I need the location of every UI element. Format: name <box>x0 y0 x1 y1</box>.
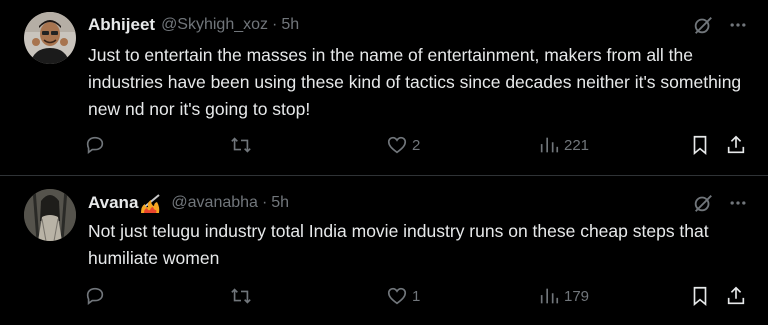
share-icon <box>725 134 747 156</box>
author-name[interactable]: Abhijeet <box>88 15 155 35</box>
view-count: 221 <box>564 136 590 154</box>
views-icon <box>538 285 560 307</box>
bookmark-button[interactable] <box>689 134 711 156</box>
reply-feed: Abhijeet @Skyhigh_xoz · 5h Just to enter… <box>0 0 768 325</box>
retweet-button[interactable] <box>229 285 253 307</box>
tweet[interactable]: Abhijeet @Skyhigh_xoz · 5h Just to enter… <box>0 0 768 176</box>
like-button[interactable]: 2 <box>386 134 420 156</box>
tweet-top-actions <box>692 14 748 41</box>
like-count: 2 <box>412 136 421 154</box>
separator: · <box>261 194 268 211</box>
tweet-actions: 1 179 <box>84 285 748 311</box>
views-button[interactable]: 179 <box>538 285 589 307</box>
bookmark-icon <box>689 134 711 156</box>
retweet-icon <box>229 134 253 156</box>
views-icon <box>538 134 560 156</box>
tweet-text: Just to entertain the masses in the name… <box>88 45 742 119</box>
tweet[interactable]: Avana @avanabha · 5h Not just telugu ind… <box>0 177 768 325</box>
reply-button[interactable] <box>84 134 106 156</box>
more-icon[interactable] <box>728 15 748 40</box>
tweet-header: Abhijeet @Skyhigh_xoz · 5h <box>88 14 299 36</box>
view-count: 179 <box>564 287 590 305</box>
views-button[interactable]: 221 <box>538 134 589 156</box>
fire-emoji-icon <box>139 193 165 213</box>
like-icon <box>386 134 408 156</box>
like-count: 1 <box>412 287 421 305</box>
like-button[interactable]: 1 <box>386 285 420 307</box>
tweet-top-actions <box>692 192 748 219</box>
tweet-text: Not just telugu industry total India mov… <box>88 221 709 268</box>
timestamp[interactable]: 5h <box>271 194 289 212</box>
bookmark-button[interactable] <box>689 285 711 307</box>
separator: · <box>272 16 278 33</box>
tweet-header: Avana @avanabha · 5h <box>88 192 289 214</box>
reply-icon <box>84 134 106 156</box>
grok-icon[interactable] <box>692 14 714 41</box>
more-icon[interactable] <box>728 193 748 218</box>
bookmark-icon <box>689 285 711 307</box>
share-button[interactable] <box>725 285 747 307</box>
avatar[interactable] <box>24 12 76 64</box>
share-button[interactable] <box>725 134 747 156</box>
tweet-actions: 2 221 <box>84 134 748 160</box>
grok-icon[interactable] <box>692 192 714 219</box>
author-handle[interactable]: @avanabha <box>171 194 258 212</box>
share-icon <box>725 285 747 307</box>
like-icon <box>386 285 408 307</box>
retweet-button[interactable] <box>229 134 253 156</box>
reply-icon <box>84 285 106 307</box>
retweet-icon <box>229 285 253 307</box>
reply-button[interactable] <box>84 285 106 307</box>
author-name[interactable]: Avana <box>88 193 138 213</box>
avatar[interactable] <box>24 189 76 241</box>
timestamp[interactable]: 5h <box>281 16 299 34</box>
author-handle[interactable]: @Skyhigh_xoz <box>161 16 268 34</box>
